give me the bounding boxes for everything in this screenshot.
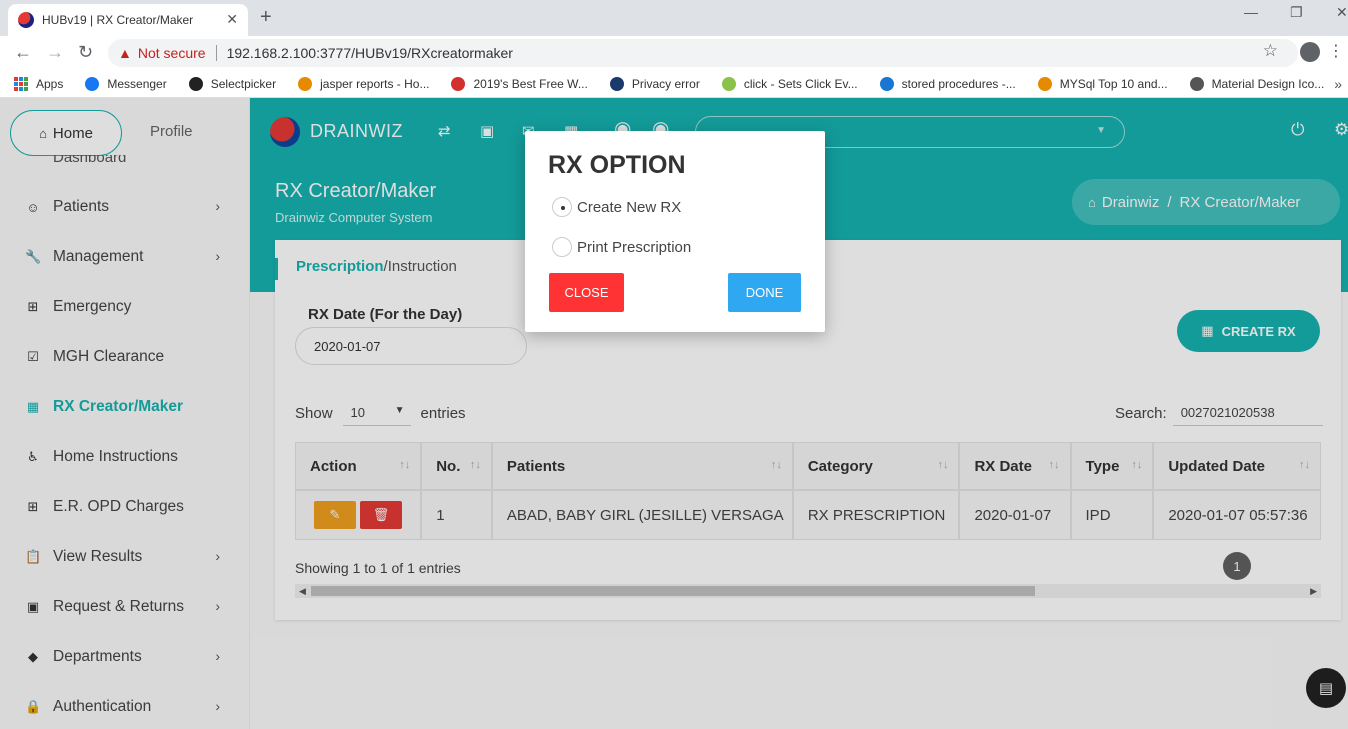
done-button[interactable]: DONE bbox=[728, 273, 801, 312]
apps-icon bbox=[14, 76, 28, 91]
messenger-icon bbox=[85, 76, 100, 91]
bookmark-label: jasper reports - Ho... bbox=[320, 76, 430, 91]
new-tab-button[interactable]: + bbox=[260, 6, 272, 29]
bookmark-item[interactable]: MYSql Top 10 and... bbox=[1037, 76, 1168, 91]
url-field[interactable]: ▲ Not secure 192.168.2.100:3777/HUBv19/R… bbox=[108, 39, 1298, 67]
tab-title: HUBv19 | RX Creator/Maker bbox=[42, 13, 194, 27]
minimize-icon[interactable]: — bbox=[1244, 4, 1258, 20]
account-avatar-icon[interactable] bbox=[1300, 42, 1320, 62]
bookmark-label: Messenger bbox=[107, 76, 167, 91]
bookmark-label: MYSql Top 10 and... bbox=[1059, 76, 1168, 91]
tab-close-icon[interactable]: ✕ bbox=[226, 11, 238, 28]
bookmark-label: Material Design Ico... bbox=[1211, 76, 1325, 91]
modal-title: RX OPTION bbox=[548, 151, 686, 179]
radio-print-prescription[interactable] bbox=[552, 237, 572, 257]
selectpicker-icon bbox=[188, 76, 203, 91]
back-icon[interactable]: ← bbox=[14, 42, 32, 63]
not-secure-label: Not secure bbox=[137, 45, 206, 61]
warning-icon: ▲ bbox=[118, 45, 132, 61]
option-create-new-rx[interactable]: Create New RX bbox=[552, 197, 681, 217]
browser-tabbar: HUBv19 | RX Creator/Maker ✕ + — ❐ ✕ bbox=[0, 0, 1348, 36]
close-button[interactable]: CLOSE bbox=[549, 273, 624, 312]
url-text: 192.168.2.100:3777/HUBv19/RXcreatormaker bbox=[226, 45, 513, 61]
bookmark-item[interactable]: Privacy error bbox=[609, 76, 700, 91]
bookmark-item[interactable]: Messenger bbox=[85, 76, 167, 91]
window-close-icon[interactable]: ✕ bbox=[1336, 4, 1348, 21]
bookmark-label: stored procedures -... bbox=[901, 76, 1016, 91]
bookmarks-bar: Apps Messenger Selectpicker jasper reports … bbox=[0, 70, 1348, 98]
browser-tab[interactable]: HUBv19 | RX Creator/Maker ✕ bbox=[8, 4, 248, 36]
favicon-icon bbox=[18, 12, 34, 28]
click-icon bbox=[721, 76, 736, 91]
mysql-icon bbox=[1037, 76, 1052, 91]
jasper-icon bbox=[298, 76, 313, 91]
bookmark-item[interactable]: jasper reports - Ho... bbox=[298, 76, 430, 91]
reload-icon[interactable]: ↻ bbox=[78, 42, 93, 63]
privacy-icon bbox=[609, 76, 624, 91]
bookmark-label: Selectpicker bbox=[210, 76, 277, 91]
bookmark-item[interactable]: Apps bbox=[14, 76, 64, 91]
bookmark-item[interactable]: 2019's Best Free W... bbox=[451, 76, 588, 91]
bookmark-item[interactable]: click - Sets Click Ev... bbox=[721, 76, 858, 91]
bookmark-star-icon[interactable]: ☆ bbox=[1263, 41, 1278, 61]
database-icon bbox=[879, 76, 894, 91]
bookmark-label: Privacy error bbox=[631, 76, 700, 91]
forward-icon[interactable]: → bbox=[46, 42, 64, 63]
bookmark-label: click - Sets Click Ev... bbox=[743, 76, 858, 91]
best-free-icon bbox=[451, 76, 466, 91]
bookmark-item[interactable]: Selectpicker bbox=[188, 76, 277, 91]
restore-icon[interactable]: ❐ bbox=[1290, 4, 1303, 21]
radio-create-new-rx[interactable] bbox=[552, 197, 572, 217]
address-bar: ← → ↻ ▲ Not secure 192.168.2.100:3777/HU… bbox=[0, 36, 1348, 70]
rx-option-modal: RX OPTION Create New RX Print Prescripti… bbox=[525, 131, 825, 332]
material-design-icon bbox=[1189, 76, 1204, 91]
bookmarks-overflow-icon[interactable]: » bbox=[1334, 76, 1342, 92]
bookmark-label: Apps bbox=[36, 76, 64, 91]
bookmark-item[interactable]: stored procedures -... bbox=[879, 76, 1016, 91]
bookmark-label: 2019's Best Free W... bbox=[473, 76, 588, 91]
option-print-prescription-label: Print Prescription bbox=[577, 238, 692, 256]
option-print-prescription[interactable]: Print Prescription bbox=[552, 237, 691, 257]
option-create-new-rx-label: Create New RX bbox=[577, 198, 682, 216]
bookmark-item[interactable]: Material Design Ico... bbox=[1189, 76, 1325, 91]
omnibox-divider bbox=[215, 45, 217, 61]
browser-menu-icon[interactable]: ⋮ bbox=[1328, 41, 1344, 61]
